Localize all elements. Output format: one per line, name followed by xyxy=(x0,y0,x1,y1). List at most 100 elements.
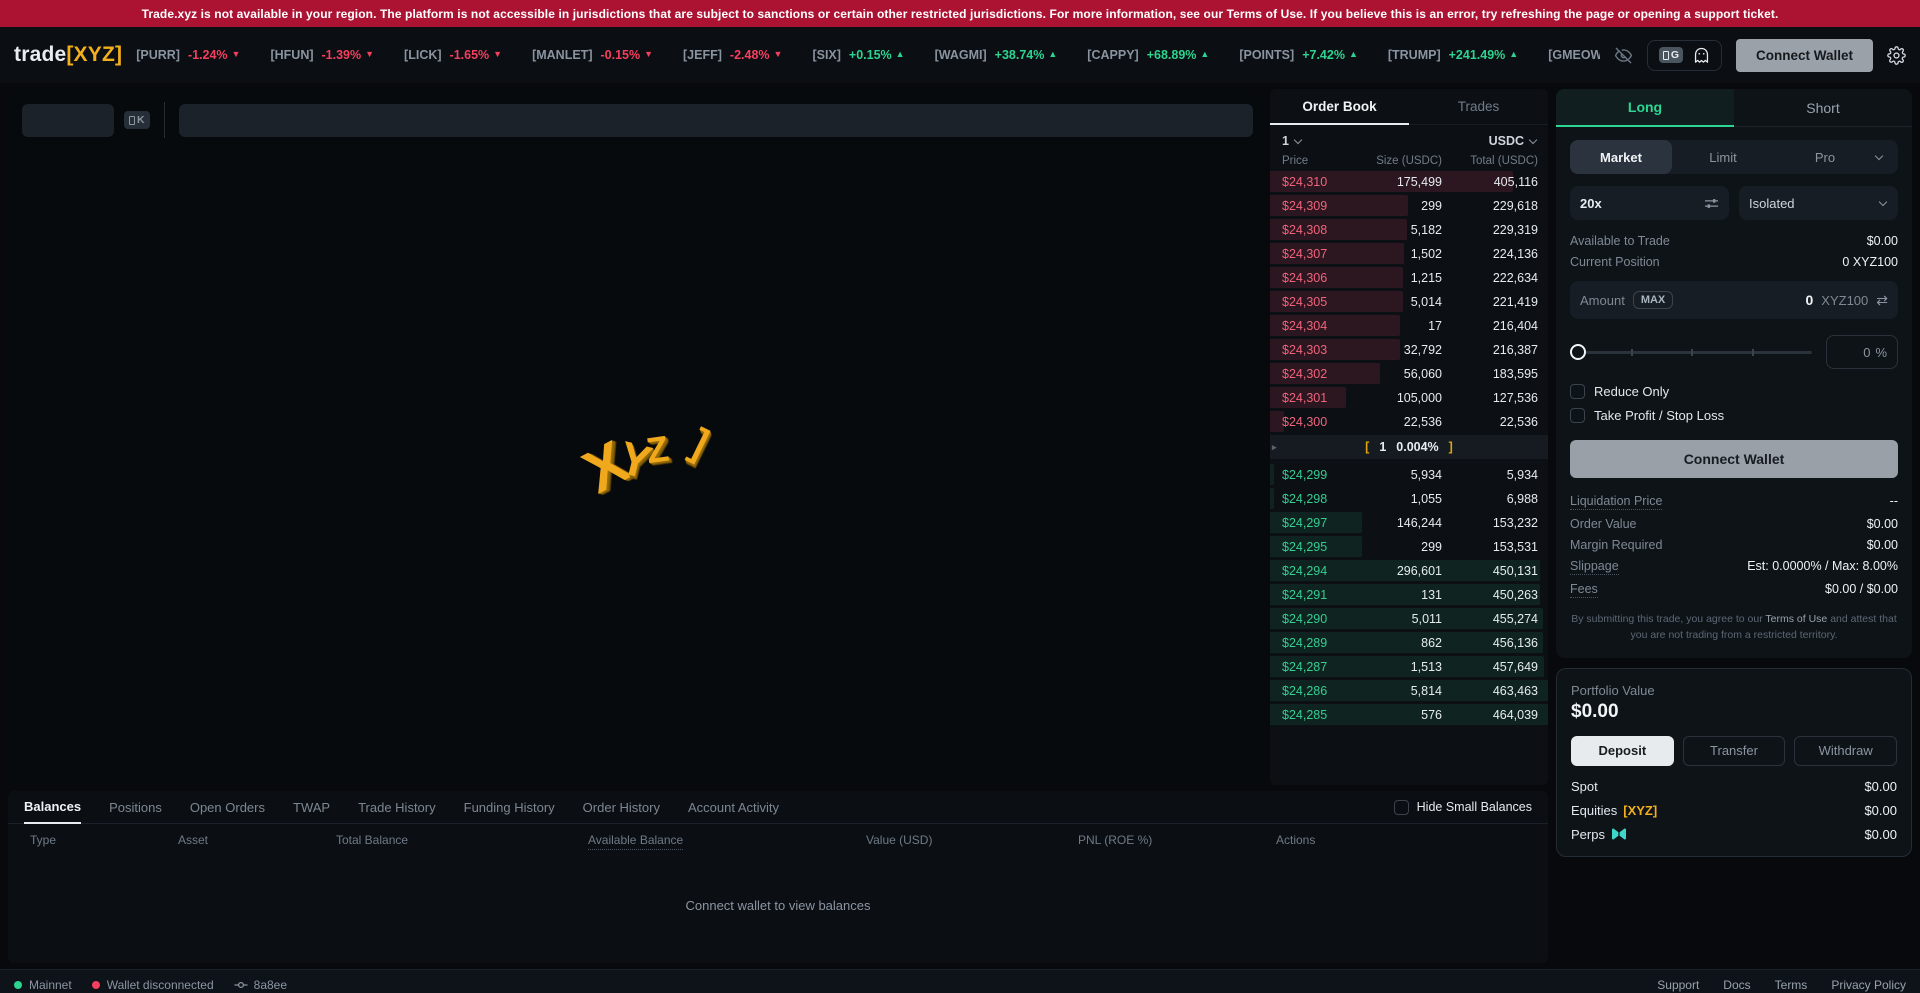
spread-bracket: ] xyxy=(1449,440,1453,454)
portfolio-action-button[interactable]: Transfer xyxy=(1683,736,1786,766)
ticker-item[interactable]: [LICK] -1.65% ▼ xyxy=(404,48,502,62)
spread-row[interactable]: ▸ [ 1 0.004% ] xyxy=(1270,435,1548,459)
ticker-item[interactable]: [TRUMP] +241.49% ▲ xyxy=(1388,48,1518,62)
ask-total: 229,319 xyxy=(1442,223,1538,237)
detail-label: Margin Required xyxy=(1570,538,1662,552)
option-checkbox[interactable] xyxy=(1570,408,1585,423)
bottom-tab[interactable]: TWAP xyxy=(293,791,330,824)
chevron-down-icon[interactable] xyxy=(1875,152,1883,160)
orderbook-tab[interactable]: Trades xyxy=(1409,89,1548,125)
terms-of-use-link[interactable]: Terms of Use xyxy=(1765,613,1827,625)
bid-row[interactable]: $24,285 576 464,039 xyxy=(1270,704,1548,725)
slider-handle[interactable] xyxy=(1570,344,1586,360)
ask-total: 216,404 xyxy=(1442,319,1538,333)
hide-small-checkbox[interactable] xyxy=(1394,800,1409,815)
ask-row[interactable]: $24,308 5,182 229,319 xyxy=(1270,219,1548,240)
unit-select[interactable]: USDC xyxy=(1489,134,1538,148)
ticker-item[interactable]: [MANLET] -0.15% ▼ xyxy=(532,48,653,62)
app-logo[interactable]: trade[XYZ] xyxy=(14,43,122,67)
max-button[interactable]: MAX xyxy=(1633,291,1673,309)
submit-connect-wallet-button[interactable]: Connect Wallet xyxy=(1570,440,1898,478)
bid-row[interactable]: $24,287 1,513 457,649 xyxy=(1270,656,1548,677)
percent-input[interactable]: 0 % xyxy=(1826,335,1898,369)
option-checkbox[interactable] xyxy=(1570,384,1585,399)
ask-row[interactable]: $24,301 105,000 127,536 xyxy=(1270,387,1548,408)
footer-link[interactable]: Docs xyxy=(1723,978,1750,992)
side-tab[interactable]: Long xyxy=(1556,89,1734,127)
ask-row[interactable]: $24,305 5,014 221,419 xyxy=(1270,291,1548,312)
ask-row[interactable]: $24,300 22,536 22,536 xyxy=(1270,411,1548,432)
bid-size: 5,814 xyxy=(1370,684,1442,698)
ask-row[interactable]: $24,304 17 216,404 xyxy=(1270,315,1548,336)
portfolio-action-button[interactable]: Deposit xyxy=(1571,736,1674,766)
footer-link[interactable]: Terms xyxy=(1775,978,1808,992)
swap-unit-icon[interactable]: ⇄ xyxy=(1876,292,1888,309)
network-status[interactable]: Mainnet xyxy=(14,978,72,992)
margin-mode-select[interactable]: Isolated xyxy=(1739,186,1898,220)
table-header-label: Actions xyxy=(1276,833,1315,847)
option-row[interactable]: Reduce Only xyxy=(1570,384,1898,399)
order-type-tab[interactable]: Pro xyxy=(1774,140,1876,174)
ask-row[interactable]: $24,306 1,215 222,634 xyxy=(1270,267,1548,288)
hide-small-balances-toggle[interactable]: Hide Small Balances xyxy=(1394,800,1532,815)
ticker-item[interactable]: [CAPPY] +68.89% ▲ xyxy=(1087,48,1209,62)
bid-row[interactable]: $24,297 146,244 153,232 xyxy=(1270,512,1548,533)
ask-row[interactable]: $24,307 1,502 224,136 xyxy=(1270,243,1548,264)
hide-tickers-icon[interactable] xyxy=(1614,46,1633,65)
bid-row[interactable]: $24,286 5,814 463,463 xyxy=(1270,680,1548,701)
market-info-bar[interactable] xyxy=(179,104,1253,137)
chart-canvas[interactable]: X Y Z ] xyxy=(8,138,1265,785)
size-slider[interactable] xyxy=(1570,344,1812,360)
wallet-providers[interactable]: G xyxy=(1647,40,1722,71)
ticker-item[interactable]: [HFUN] -1.39% ▼ xyxy=(270,48,374,62)
bottom-tab[interactable]: Balances xyxy=(24,791,81,824)
bid-total: 463,463 xyxy=(1442,684,1538,698)
bottom-tab[interactable]: Account Activity xyxy=(688,791,779,824)
market-search-input[interactable] xyxy=(22,104,114,137)
dg-wallet-icon[interactable]: G xyxy=(1659,47,1683,63)
ticker-item[interactable]: [SIX] +0.15% ▲ xyxy=(812,48,904,62)
ticker-item[interactable]: [GMEOW] -0.74% ▼ xyxy=(1548,48,1600,62)
ask-row[interactable]: $24,303 32,792 216,387 xyxy=(1270,339,1548,360)
bottom-tab[interactable]: Positions xyxy=(109,791,162,824)
wallet-status[interactable]: Wallet disconnected xyxy=(92,978,214,992)
build-commit[interactable]: 8a8ee xyxy=(234,978,287,992)
settings-gear-icon[interactable] xyxy=(1887,46,1906,65)
ticker-item[interactable]: [PURR] -1.24% ▼ xyxy=(136,48,240,62)
side-tab[interactable]: Short xyxy=(1734,89,1912,127)
grouping-select[interactable]: 1 xyxy=(1282,134,1303,148)
footer-link[interactable]: Privacy Policy xyxy=(1831,978,1906,992)
bid-size: 1,513 xyxy=(1370,660,1442,674)
logo-trade-text: trade xyxy=(14,43,66,66)
orderbook-tab[interactable]: Order Book xyxy=(1270,89,1409,125)
bottom-tab[interactable]: Order History xyxy=(583,791,660,824)
ask-row[interactable]: $24,309 299 229,618 xyxy=(1270,195,1548,216)
option-row[interactable]: Take Profit / Stop Loss xyxy=(1570,408,1898,423)
order-type-tab[interactable]: Limit xyxy=(1672,140,1774,174)
bid-row[interactable]: $24,289 862 456,136 xyxy=(1270,632,1548,653)
ticker-item[interactable]: [WAGMI] +38.74% ▲ xyxy=(935,48,1058,62)
chart-panel: K X Y Z ] xyxy=(8,89,1265,785)
bottom-tab[interactable]: Trade History xyxy=(358,791,436,824)
order-type-tab[interactable]: Market xyxy=(1570,140,1672,174)
bid-row[interactable]: $24,291 131 450,263 xyxy=(1270,584,1548,605)
leverage-button[interactable]: 20x xyxy=(1570,186,1729,220)
bid-row[interactable]: $24,290 5,011 455,274 xyxy=(1270,608,1548,629)
bid-depth-bar xyxy=(1270,488,1274,509)
bottom-tab[interactable]: Open Orders xyxy=(190,791,265,824)
bid-row[interactable]: $24,295 299 153,531 xyxy=(1270,536,1548,557)
ticker-item[interactable]: [POINTS] +7.42% ▲ xyxy=(1239,48,1358,62)
amount-input[interactable]: Amount MAX 0 XYZ100 ⇄ xyxy=(1570,281,1898,319)
ask-row[interactable]: $24,302 56,060 183,595 xyxy=(1270,363,1548,384)
phantom-ghost-icon[interactable] xyxy=(1693,47,1710,64)
bid-row[interactable]: $24,294 296,601 450,131 xyxy=(1270,560,1548,581)
ask-row[interactable]: $24,310 175,499 405,116 xyxy=(1270,171,1548,192)
portfolio-action-button[interactable]: Withdraw xyxy=(1794,736,1897,766)
bid-row[interactable]: $24,299 5,934 5,934 xyxy=(1270,464,1548,485)
connect-wallet-button[interactable]: Connect Wallet xyxy=(1736,39,1873,72)
bid-row[interactable]: $24,298 1,055 6,988 xyxy=(1270,488,1548,509)
ask-size: 32,792 xyxy=(1370,343,1442,357)
bottom-tab[interactable]: Funding History xyxy=(464,791,555,824)
ticker-item[interactable]: [JEFF] -2.48% ▼ xyxy=(683,48,782,62)
footer-link[interactable]: Support xyxy=(1657,978,1699,992)
